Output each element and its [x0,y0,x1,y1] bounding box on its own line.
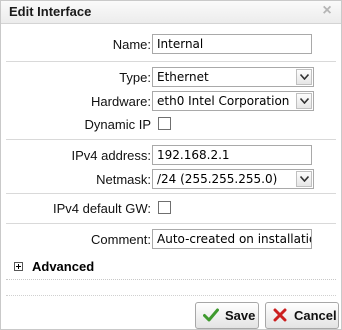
type-label: Type: [119,70,151,85]
type-row: Type: Ethernet [6,67,336,89]
edit-interface-dialog: Edit Interface × Name: Internal Type: Et… [0,0,342,330]
type-select[interactable]: Ethernet [152,67,314,87]
type-group: Type: Ethernet Hardware: eth0 Intel Corp… [6,61,336,140]
ipv4-default-gw-checkbox[interactable] [158,201,171,214]
name-row: Name: Internal [6,34,336,56]
netmask-row: Netmask: /24 (255.255.255.0) [6,169,336,191]
chevron-down-icon[interactable] [296,69,312,85]
ipv4-address-input[interactable]: 192.168.2.1 [152,145,312,165]
type-select-value: Ethernet [157,70,209,84]
dynamic-ip-checkbox[interactable] [158,117,171,130]
comment-input[interactable]: Auto-created on installation [152,229,312,249]
cancel-x-icon [273,308,287,325]
netmask-label: Netmask: [96,172,151,187]
cancel-button[interactable]: Cancel [265,302,339,329]
expand-plus-icon[interactable] [14,262,23,271]
save-button[interactable]: Save [195,302,259,329]
chevron-down-icon[interactable] [296,93,312,109]
dynamic-ip-row: Dynamic IP [6,114,336,136]
chevron-down-icon[interactable] [296,171,312,187]
ipv4-group: IPv4 address: 192.168.2.1 Netmask: /24 (… [6,139,336,194]
checkmark-icon [203,308,219,325]
dialog-title: Edit Interface [9,4,92,19]
hardware-select-value: eth0 Intel Corporation 82 [157,94,293,108]
cancel-label: Cancel [294,308,337,323]
ipv4-address-label: IPv4 address: [71,148,152,163]
hardware-row: Hardware: eth0 Intel Corporation 82 [6,91,336,113]
comment-group: Comment: Auto-created on installation [6,223,336,255]
dialog-titlebar[interactable]: Edit Interface × [1,1,341,24]
hardware-label: Hardware: [91,94,151,109]
dynamic-ip-label: Dynamic IP [84,117,151,132]
comment-row: Comment: Auto-created on installation [6,229,336,251]
hardware-select[interactable]: eth0 Intel Corporation 82 [152,91,314,111]
ipv4-default-gw-row: IPv4 default GW: [6,198,336,220]
name-input[interactable]: Internal [152,34,312,54]
name-label: Name: [112,37,151,52]
footer-divider [6,295,336,296]
advanced-label: Advanced [32,259,95,274]
ipv4-default-gw-label: IPv4 default GW: [52,201,151,216]
name-group: Name: Internal [6,28,336,62]
save-label: Save [225,308,256,323]
gateway-group: IPv4 default GW: [6,193,336,224]
netmask-select-value: /24 (255.255.255.0) [157,172,278,186]
comment-label: Comment: [91,232,151,247]
ipv4-address-row: IPv4 address: 192.168.2.1 [6,145,336,167]
netmask-select[interactable]: /24 (255.255.255.0) [152,169,314,189]
close-icon[interactable]: × [319,3,335,19]
advanced-section-toggle[interactable]: Advanced [6,257,336,280]
